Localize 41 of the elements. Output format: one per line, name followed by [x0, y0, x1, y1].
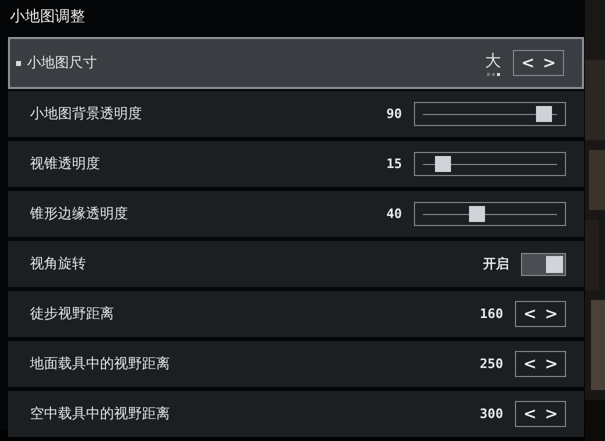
next-button[interactable]: > — [542, 354, 561, 374]
setting-row[interactable]: 徒步视野距离 160 < > — [8, 291, 584, 337]
setting-value: 40 — [386, 206, 402, 222]
setting-value: 大 — [485, 50, 502, 72]
slider-thumb[interactable] — [468, 206, 485, 222]
slider[interactable] — [414, 202, 566, 226]
setting-value: 15 — [386, 156, 402, 172]
setting-value: 90 — [386, 106, 402, 122]
toggle-switch[interactable] — [521, 252, 566, 276]
setting-label: 小地图尺寸 — [27, 54, 97, 72]
setting-row[interactable]: 小地图背景透明度 90 — [8, 91, 584, 137]
setting-row[interactable]: 小地图尺寸 大 < > — [8, 37, 584, 89]
setting-value: 250 — [480, 356, 504, 372]
setting-row[interactable]: 锥形边缘透明度 40 — [8, 191, 584, 237]
setting-label: 徒步视野距离 — [30, 305, 114, 323]
setting-value: 160 — [480, 306, 504, 322]
setting-label: 锥形边缘透明度 — [30, 205, 128, 223]
setting-label: 空中载具中的视野距离 — [30, 405, 170, 423]
setting-label: 小地图背景透明度 — [30, 105, 142, 123]
setting-row[interactable]: 空中载具中的视野距离 300 < > — [8, 391, 584, 437]
setting-value: 300 — [480, 406, 504, 422]
next-button[interactable]: > — [542, 404, 561, 424]
slider[interactable] — [414, 102, 566, 126]
setting-label: 地面载具中的视野距离 — [30, 355, 170, 373]
slider[interactable] — [414, 152, 566, 176]
slider-thumb[interactable] — [536, 106, 552, 122]
previous-button[interactable]: < — [520, 404, 540, 424]
bullet-icon — [16, 60, 21, 66]
setting-row[interactable]: 视锥透明度 15 — [8, 141, 584, 187]
slider-thumb[interactable] — [435, 156, 452, 172]
next-button[interactable]: > — [542, 304, 561, 324]
previous-button[interactable]: < — [520, 354, 540, 374]
next-button[interactable]: > — [540, 53, 559, 73]
previous-button[interactable]: < — [518, 53, 538, 73]
window-title: 小地图调整 — [9, 6, 86, 27]
setting-row[interactable]: 视角旋转 开启 — [8, 241, 584, 287]
setting-value: 开启 — [483, 256, 509, 273]
setting-row[interactable]: 地面载具中的视野距离 250 < > — [8, 341, 584, 387]
previous-button[interactable]: < — [520, 304, 540, 324]
setting-label: 视锥透明度 — [30, 155, 100, 173]
setting-label: 视角旋转 — [30, 255, 86, 273]
